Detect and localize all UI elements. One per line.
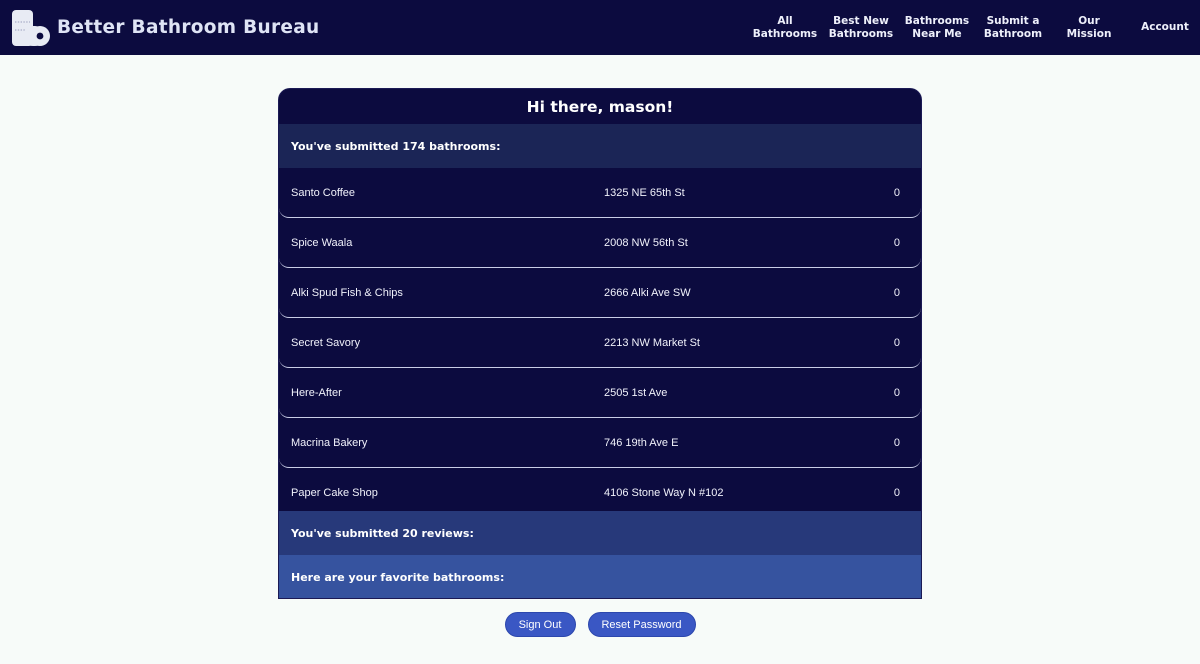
bathroom-row[interactable]: Paper Cake Shop 4106 Stone Way N #102 0 xyxy=(279,468,921,511)
bathroom-name: Here-After xyxy=(291,386,342,399)
bathroom-address: 2008 NW 56th St xyxy=(604,236,688,249)
bathroom-address: 746 19th Ave E xyxy=(604,436,679,449)
brand-link[interactable]: Better Bathroom Bureau xyxy=(11,0,320,55)
reset-password-button[interactable]: Reset Password xyxy=(587,612,696,637)
nav-bathrooms-near-me[interactable]: Bathrooms Near Me xyxy=(899,0,975,55)
greeting-title: Hi there, mason! xyxy=(526,97,674,116)
bathroom-row[interactable]: Spice Waala 2008 NW 56th St 0 xyxy=(279,218,921,268)
bathroom-list: Santo Coffee 1325 NE 65th St 0 Spice Waa… xyxy=(279,168,921,511)
bathroom-count: 0 xyxy=(893,336,900,349)
nav-our-mission-label: Our Mission xyxy=(1066,15,1112,40)
top-navbar: Better Bathroom Bureau All Bathrooms Bes… xyxy=(0,0,1200,55)
bathroom-count: 0 xyxy=(893,186,900,199)
bathroom-name: Santo Coffee xyxy=(291,186,356,199)
bathroom-name: Alki Spud Fish & Chips xyxy=(291,286,403,299)
bathroom-address: 2505 1st Ave xyxy=(604,386,668,399)
bathroom-count: 0 xyxy=(893,386,900,399)
nav-all-bathrooms-label: All Bathrooms xyxy=(752,15,818,40)
bathroom-name: Paper Cake Shop xyxy=(291,487,378,499)
account-actions: Sign Out Reset Password xyxy=(0,612,1200,637)
nav-our-mission[interactable]: Our Mission xyxy=(1051,0,1127,55)
nav-best-new-bathrooms[interactable]: Best New Bathrooms xyxy=(823,0,899,55)
bathroom-row[interactable]: Santo Coffee 1325 NE 65th St 0 xyxy=(279,168,921,218)
bathroom-name: Macrina Bakery xyxy=(291,436,368,449)
favorite-bathrooms-heading: Here are your favorite bathrooms: xyxy=(279,555,921,598)
nav-submit-bathroom-label: Submit a Bathroom xyxy=(983,15,1043,40)
bathroom-row[interactable]: Here-After 2505 1st Ave 0 xyxy=(279,368,921,418)
sign-out-button[interactable]: Sign Out xyxy=(504,612,576,637)
submitted-reviews-heading: You've submitted 20 reviews: xyxy=(279,511,921,555)
nav-all-bathrooms[interactable]: All Bathrooms xyxy=(747,0,823,55)
bathroom-count: 0 xyxy=(893,236,900,249)
nav-best-new-bathrooms-label: Best New Bathrooms xyxy=(828,15,894,40)
bathroom-name: Secret Savory xyxy=(291,336,361,349)
account-card: Hi there, mason! You've submitted 174 ba… xyxy=(278,88,922,599)
nav-account-label: Account xyxy=(1141,21,1189,34)
bathroom-row[interactable]: Macrina Bakery 746 19th Ave E 0 xyxy=(279,418,921,468)
nav-bathrooms-near-me-label: Bathrooms Near Me xyxy=(904,15,970,40)
submitted-bathrooms-heading: You've submitted 174 bathrooms: xyxy=(279,124,921,168)
bathroom-count: 0 xyxy=(893,436,900,449)
bathroom-address: 1325 NE 65th St xyxy=(604,186,685,199)
nav-links: All Bathrooms Best New Bathrooms Bathroo… xyxy=(747,0,1200,55)
bathroom-row[interactable]: Alki Spud Fish & Chips 2666 Alki Ave SW … xyxy=(279,268,921,318)
bathroom-address: 2666 Alki Ave SW xyxy=(604,286,691,299)
toilet-paper-icon xyxy=(12,9,50,46)
bathroom-count: 0 xyxy=(893,286,900,299)
brand-name: Better Bathroom Bureau xyxy=(57,17,320,38)
bathroom-row[interactable]: Secret Savory 2213 NW Market St 0 xyxy=(279,318,921,368)
bathroom-count: 0 xyxy=(893,487,900,499)
nav-submit-bathroom[interactable]: Submit a Bathroom xyxy=(975,0,1051,55)
nav-account[interactable]: Account xyxy=(1127,0,1200,55)
bathroom-address: 4106 Stone Way N #102 xyxy=(604,487,724,499)
bathroom-name: Spice Waala xyxy=(291,236,353,249)
bathroom-address: 2213 NW Market St xyxy=(604,336,700,349)
